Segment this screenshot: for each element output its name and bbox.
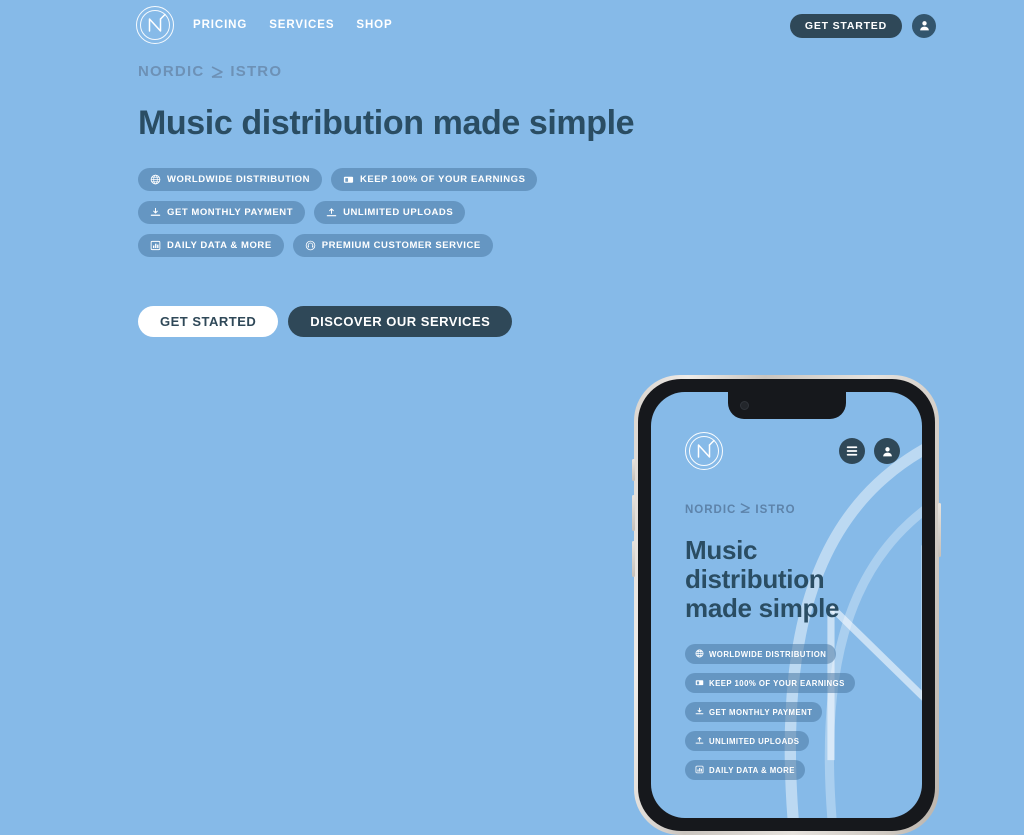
phone-title-line-1: Music <box>685 535 758 565</box>
phone-screen: NORDIC ISTRO Music distribution made sim… <box>651 392 922 818</box>
feature-pill-worldwide-distribution: WORLDWIDE DISTRIBUTION <box>138 168 322 192</box>
feature-pill-daily-data: DAILY DATA & MORE <box>138 234 284 258</box>
phone-feature-pill-label: GET MONTHLY PAYMENT <box>709 707 813 717</box>
phone-page-title: Music distribution made simple <box>685 535 900 624</box>
user-icon <box>882 446 892 456</box>
user-icon <box>919 21 929 31</box>
phone-feature-pill-list: WORLDWIDE DISTRIBUTION KEEP 100% OF YOUR… <box>685 644 900 781</box>
page-title: Music distribution made simple <box>138 104 635 142</box>
hero-section: NORDIC ISTRO Music distribution made sim… <box>138 0 758 338</box>
globe-icon <box>695 649 704 660</box>
phone-account-avatar-button[interactable] <box>874 438 900 464</box>
phone-camera-icon <box>739 401 749 410</box>
phone-feature-pill-label: WORLDWIDE DISTRIBUTION <box>709 649 827 659</box>
phone-title-line-2: distribution <box>685 564 825 595</box>
feature-pill-label: GET MONTHLY PAYMENT <box>167 207 294 219</box>
feature-pill-unlimited-uploads: UNLIMITED UPLOADS <box>314 201 466 225</box>
phone-power-button <box>938 503 941 557</box>
globe-icon <box>150 174 161 185</box>
phone-mute-switch <box>632 459 635 481</box>
phone-logo-n-glyph <box>697 439 715 458</box>
nav-actions: GET STARTED <box>789 13 936 38</box>
phone-volume-up-button <box>632 495 635 531</box>
money-icon <box>695 678 704 689</box>
phone-screen-content: NORDIC ISTRO Music distribution made sim… <box>651 392 922 818</box>
bar-chart-icon <box>150 240 161 251</box>
wordmark-text-nordic: NORDIC <box>138 63 205 80</box>
feature-pill-label: KEEP 100% OF YOUR EARNINGS <box>359 174 526 186</box>
account-avatar-button[interactable] <box>912 13 936 38</box>
phone-feature-pill-monthly-payment: GET MONTHLY PAYMENT <box>685 702 823 723</box>
feature-pill-keep-earnings: KEEP 100% OF YOUR EARNINGS <box>330 168 538 192</box>
phone-brand-wordmark: NORDIC ISTRO <box>685 502 900 517</box>
phone-feature-pill-label: DAILY DATA & MORE <box>709 765 795 775</box>
phone-feature-pill-label: UNLIMITED UPLOADS <box>709 736 800 746</box>
upload-icon <box>695 736 704 747</box>
phone-wordmark-text-nordic: NORDIC <box>685 503 737 516</box>
money-icon <box>343 174 354 185</box>
headset-icon <box>305 240 316 251</box>
nav-get-started-button[interactable]: GET STARTED <box>789 13 902 38</box>
phone-bezel: NORDIC ISTRO Music distribution made sim… <box>638 379 935 831</box>
feature-pill-premium-support: PREMIUM CUSTOMER SERVICE <box>292 234 493 258</box>
download-icon <box>695 707 704 718</box>
feature-pill-row: DAILY DATA & MORE PREMIUM CUSTOMER SERVI… <box>138 234 758 258</box>
feature-pill-list: WORLDWIDE DISTRIBUTION KEEP 100% OF YOUR… <box>138 168 758 258</box>
hero-get-started-button[interactable]: GET STARTED <box>138 306 279 338</box>
brand-wordmark: NORDIC ISTRO <box>138 63 758 80</box>
feature-pill-label: PREMIUM CUSTOMER SERVICE <box>321 240 481 252</box>
hero-discover-services-button[interactable]: DISCOVER OUR SERVICES <box>288 306 513 338</box>
download-icon <box>150 207 161 218</box>
phone-volume-down-button <box>632 541 635 577</box>
phone-wordmark-text-istro: ISTRO <box>755 503 796 516</box>
phone-menu-button[interactable] <box>839 438 865 464</box>
phone-notch <box>727 392 846 419</box>
hamburger-menu-icon <box>846 446 858 456</box>
feature-pill-monthly-payment: GET MONTHLY PAYMENT <box>138 201 306 225</box>
phone-title-line-3: made simple <box>685 593 840 624</box>
feature-pill-row: WORLDWIDE DISTRIBUTION KEEP 100% OF YOUR… <box>138 168 758 192</box>
phone-feature-pill-keep-earnings: KEEP 100% OF YOUR EARNINGS <box>685 673 855 694</box>
hero-cta-row: GET STARTED DISCOVER OUR SERVICES <box>138 306 758 338</box>
phone-top-row <box>685 432 900 470</box>
wordmark-d-arrow-icon <box>211 65 224 79</box>
feature-pill-label: DAILY DATA & MORE <box>167 240 272 252</box>
feature-pill-label: WORLDWIDE DISTRIBUTION <box>167 174 310 186</box>
phone-frame: NORDIC ISTRO Music distribution made sim… <box>632 375 941 835</box>
phone-feature-pill-label: KEEP 100% OF YOUR EARNINGS <box>709 678 845 688</box>
phone-mockup: NORDIC ISTRO Music distribution made sim… <box>632 375 941 835</box>
bar-chart-icon <box>695 765 704 776</box>
phone-wordmark-d-arrow-icon <box>740 502 751 517</box>
phone-feature-pill-worldwide-distribution: WORLDWIDE DISTRIBUTION <box>685 644 837 665</box>
phone-header-actions <box>839 438 900 464</box>
phone-feature-pill-unlimited-uploads: UNLIMITED UPLOADS <box>685 731 810 752</box>
wordmark-text-istro: ISTRO <box>230 63 283 80</box>
phone-brand-logo-icon[interactable] <box>685 432 723 470</box>
phone-feature-pill-daily-data: DAILY DATA & MORE <box>685 760 805 781</box>
upload-icon <box>326 207 337 218</box>
feature-pill-row: GET MONTHLY PAYMENT UNLIMITED UPLOADS <box>138 201 758 225</box>
feature-pill-label: UNLIMITED UPLOADS <box>343 207 454 219</box>
